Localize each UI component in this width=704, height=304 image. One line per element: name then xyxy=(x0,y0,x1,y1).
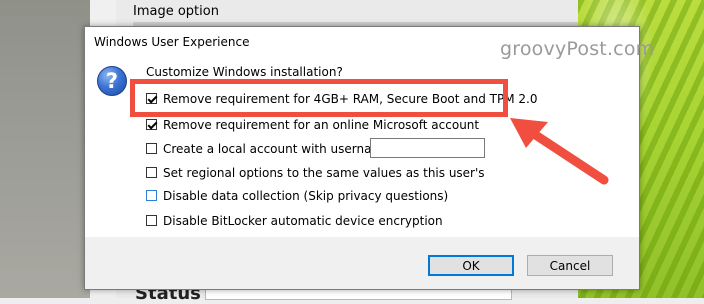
dialog-intro-text: Customize Windows installation? xyxy=(146,65,343,79)
checkbox[interactable] xyxy=(146,167,157,178)
option-label: Disable data collection (Skip privacy qu… xyxy=(163,189,449,203)
option-label: Create a local account with username: xyxy=(163,142,395,156)
question-icon: ? xyxy=(97,66,127,96)
cancel-button[interactable]: Cancel xyxy=(527,255,613,276)
image-option-label: Image option xyxy=(133,4,219,19)
background-left-panel xyxy=(0,0,90,298)
watermark-text: groovyPost.com xyxy=(500,38,655,60)
checkbox[interactable] xyxy=(146,190,157,201)
annotation-arrow-icon xyxy=(510,118,609,185)
option-label: Disable BitLocker automatic device encry… xyxy=(163,214,443,228)
checkbox[interactable] xyxy=(146,215,157,226)
annotation-highlight-box xyxy=(130,79,508,117)
dialog-title: Windows User Experience xyxy=(94,35,250,49)
option-label: Set regional options to the same values … xyxy=(163,166,485,180)
checkbox[interactable] xyxy=(146,143,157,154)
username-input[interactable] xyxy=(370,138,485,158)
option-label: Remove requirement for an online Microso… xyxy=(163,118,480,132)
ok-button[interactable]: OK xyxy=(428,255,514,276)
checkbox-checked[interactable] xyxy=(146,119,157,130)
